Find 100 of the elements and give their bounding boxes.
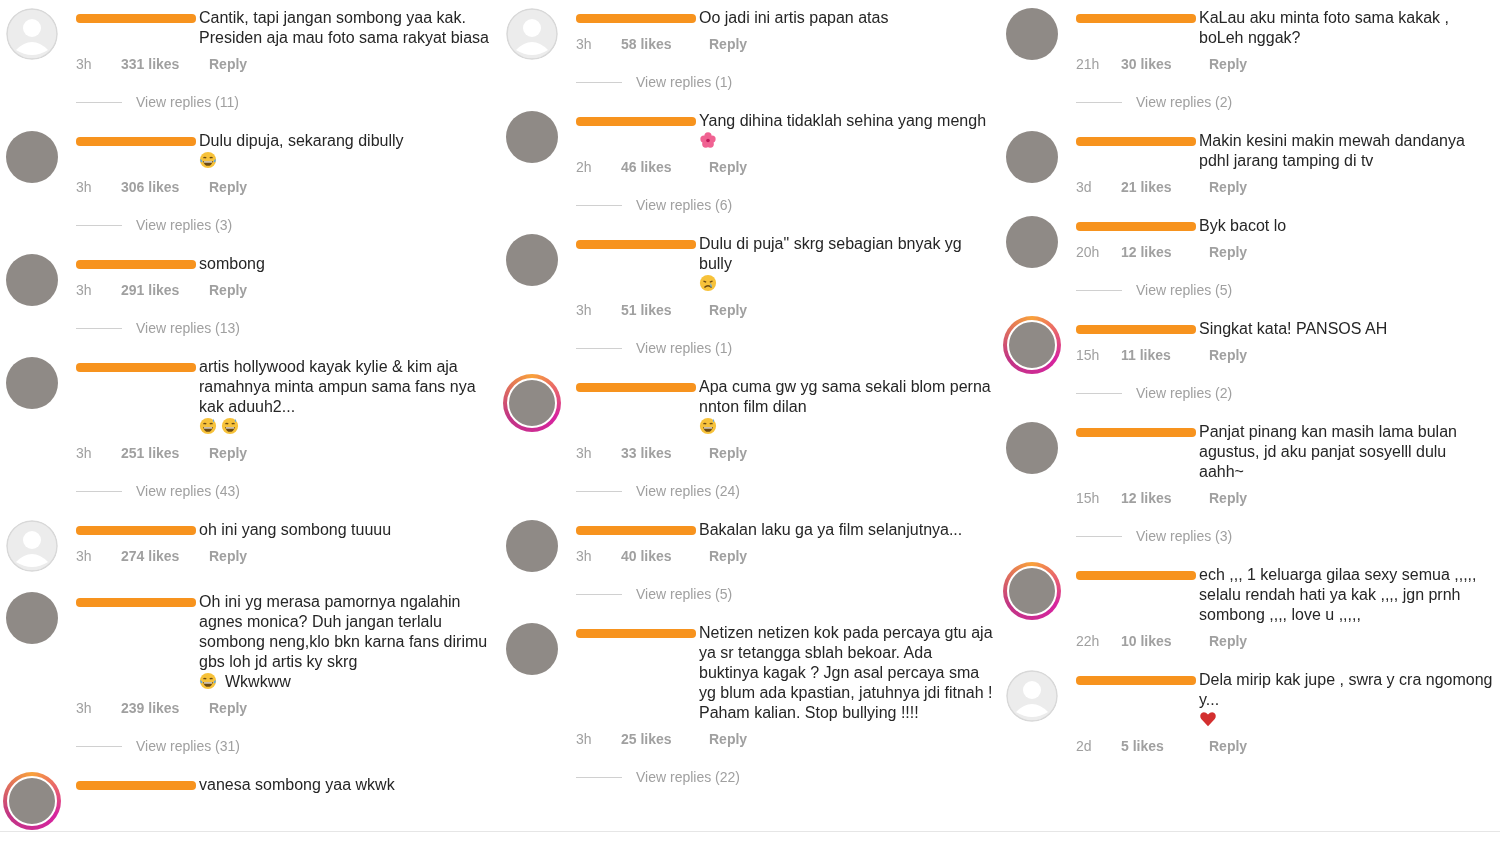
comment-text: Byk bacot lo <box>1199 217 1287 234</box>
timestamp: 3h <box>576 730 593 748</box>
timestamp: 3h <box>576 547 593 565</box>
reply-link[interactable]: Reply <box>1209 55 1248 73</box>
comment-text: Yang dihina tidaklah sehina yang mengh <box>699 112 987 129</box>
view-replies-link[interactable]: View replies (5) <box>1136 281 1233 299</box>
reply-link[interactable]: Reply <box>709 547 748 565</box>
likes-count[interactable]: 12 likes <box>1121 489 1209 507</box>
view-replies-link[interactable]: View replies (13) <box>136 319 240 337</box>
comment-text: ech ,,, 1 keluarga gilaa sexy semua ,,,,, selalu rendah hati ya kak ,,,, jgn prnh sombong ,,,, love u ,,,,, <box>1199 566 1477 623</box>
reply-link[interactable]: Reply <box>209 699 248 717</box>
timestamp: 15h <box>1076 489 1101 507</box>
reply-link[interactable]: Reply <box>209 444 248 462</box>
likes-count[interactable]: 51 likes <box>621 301 709 319</box>
likes-count[interactable]: 40 likes <box>621 547 709 565</box>
photo-placeholder <box>6 254 58 306</box>
reply-link[interactable]: Reply <box>1209 737 1248 755</box>
view-replies-link[interactable]: View replies (43) <box>136 482 240 500</box>
photo-placeholder <box>1006 131 1058 183</box>
comment-text: oh ini yang sombong tuuuu <box>199 521 392 538</box>
likes-count[interactable]: 11 likes <box>1121 346 1209 364</box>
comment-text: Makin kesini makin mewah dandanya pdhl jarang tamping di tv <box>1199 132 1465 169</box>
reply-link[interactable]: Reply <box>1209 489 1248 507</box>
reply-link[interactable]: Reply <box>709 301 748 319</box>
comment-text: Netizen netizen kok pada percaya gtu aja ya sr tetangga sblah bekoar. Ada buktinya kagak ? Jgn asal percaya sma yg blum ada kpastian, jatuhnya jdi fitnah ! Paham kalian. Stop bullying !!!! <box>699 624 993 721</box>
timestamp: 21h <box>1076 55 1101 73</box>
view-replies-link[interactable]: View replies (2) <box>1136 93 1233 111</box>
reply-link[interactable]: Reply <box>1209 243 1248 261</box>
view-replies-link[interactable]: View replies (2) <box>1136 384 1233 402</box>
comment-text: Oo jadi ini artis papan atas <box>699 9 889 26</box>
likes-count[interactable]: 21 likes <box>1121 178 1209 196</box>
likes-count[interactable]: 331 likes <box>121 55 209 73</box>
timestamp: 3h <box>76 547 93 565</box>
reply-link[interactable]: Reply <box>709 444 748 462</box>
heart-icon <box>1199 710 1217 728</box>
view-replies-link[interactable]: View replies (22) <box>636 768 740 786</box>
timestamp: 3h <box>576 301 593 319</box>
photo-placeholder <box>6 592 58 644</box>
reply-link[interactable]: Reply <box>209 281 248 299</box>
comment-text: Dulu di puja" skrg sebagian bnyak yg bully <box>699 235 962 272</box>
view-replies-link[interactable]: View replies (31) <box>136 737 240 755</box>
view-replies-link[interactable]: View replies (1) <box>636 73 733 91</box>
reply-link[interactable]: Reply <box>1209 632 1248 650</box>
photo-placeholder <box>1006 216 1058 268</box>
likes-count[interactable]: 25 likes <box>621 730 709 748</box>
default-avatar-icon <box>1006 670 1058 722</box>
likes-count[interactable]: 306 likes <box>121 178 209 196</box>
likes-count[interactable]: 251 likes <box>121 444 209 462</box>
likes-count[interactable]: 10 likes <box>1121 632 1209 650</box>
likes-count[interactable]: 239 likes <box>121 699 209 717</box>
likes-count[interactable]: 58 likes <box>621 35 709 53</box>
photo-placeholder <box>506 623 558 675</box>
default-avatar-icon <box>506 8 558 60</box>
likes-count[interactable]: 274 likes <box>121 547 209 565</box>
comment-text: Dulu dipuja, sekarang dibully <box>199 132 404 149</box>
reply-link[interactable]: Reply <box>1209 178 1248 196</box>
photo-placeholder <box>506 234 558 286</box>
flower-icon <box>699 131 717 149</box>
view-replies-link[interactable]: View replies (1) <box>636 339 733 357</box>
laughing-face-icon <box>199 672 217 690</box>
view-replies-link[interactable]: View replies (5) <box>636 585 733 603</box>
grinning-face-icon <box>221 417 239 435</box>
likes-count[interactable]: 12 likes <box>1121 243 1209 261</box>
comment-text: Oh ini yg merasa pamornya ngalahin agnes monica? Duh jangan terlalu sombong neng,klo bkn karna fans dirimu gbs loh jd artis ky skrg <box>199 593 488 670</box>
photo-placeholder <box>506 111 558 163</box>
reply-link[interactable]: Reply <box>209 178 248 196</box>
photo-placeholder <box>1006 8 1058 60</box>
likes-count[interactable]: 5 likes <box>1121 737 1209 755</box>
comment-text: artis hollywood kayak kylie & kim aja ramahnya minta ampun sama fans nya kak aduuh2... <box>199 358 476 415</box>
timestamp: 3h <box>76 55 93 73</box>
view-replies-link[interactable]: View replies (3) <box>1136 527 1233 545</box>
photo-placeholder <box>6 131 58 183</box>
view-replies-link[interactable]: View replies (3) <box>136 216 233 234</box>
comment-text: Bakalan laku ga ya film selanjutnya... <box>699 521 963 538</box>
grinning-face-icon <box>199 417 217 435</box>
likes-count[interactable]: 291 likes <box>121 281 209 299</box>
comment-text: vanesa sombong yaa wkwk <box>199 776 395 793</box>
reply-link[interactable]: Reply <box>709 158 748 176</box>
reply-link[interactable]: Reply <box>1209 346 1248 364</box>
comment-text: Apa cuma gw yg sama sekali blom perna nnton film dilan <box>699 378 991 415</box>
timestamp: 3h <box>76 444 93 462</box>
grinning-face-icon <box>699 417 717 435</box>
timestamp: 3h <box>76 178 93 196</box>
comment-text: Cantik, tapi jangan sombong yaa kak. Presiden aja mau foto sama rakyat biasa <box>199 9 489 46</box>
view-replies-link[interactable]: View replies (6) <box>636 196 733 214</box>
view-replies-link[interactable]: View replies (24) <box>636 482 740 500</box>
reply-link[interactable]: Reply <box>209 55 248 73</box>
photo-placeholder <box>6 357 58 409</box>
likes-count[interactable]: 46 likes <box>621 158 709 176</box>
timestamp: 3h <box>576 444 593 462</box>
likes-count[interactable]: 33 likes <box>621 444 709 462</box>
timestamp: 22h <box>1076 632 1101 650</box>
reply-link[interactable]: Reply <box>709 35 748 53</box>
reply-link[interactable]: Reply <box>709 730 748 748</box>
likes-count[interactable]: 30 likes <box>1121 55 1209 73</box>
default-avatar-icon <box>6 520 58 572</box>
comment-text: Singkat kata! PANSOS AH <box>1199 320 1388 337</box>
timestamp: 3h <box>76 281 93 299</box>
reply-link[interactable]: Reply <box>209 547 248 565</box>
view-replies-link[interactable]: View replies (11) <box>136 93 239 111</box>
